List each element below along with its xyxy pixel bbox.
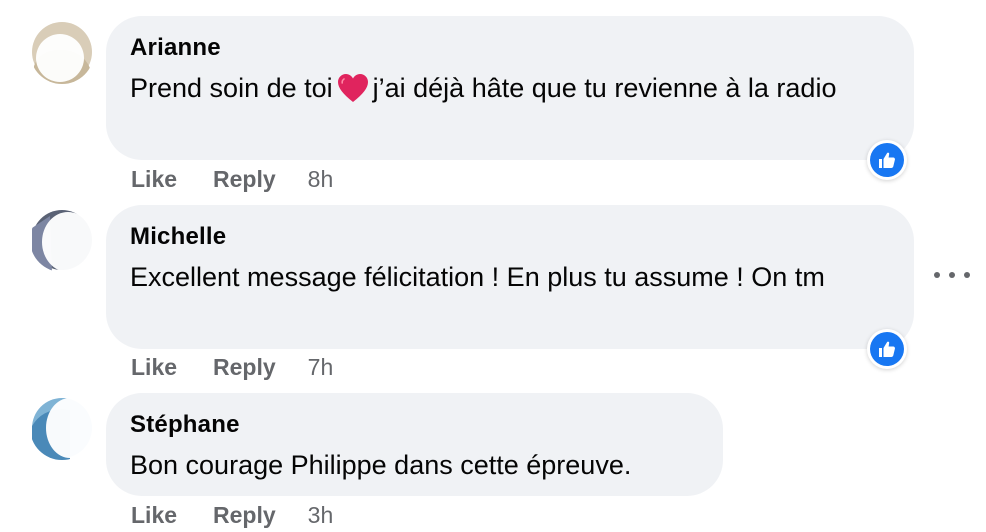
red-heart-emoji (337, 73, 369, 114)
comment-text-part: Prend soin de toi (130, 73, 333, 103)
comment-text: Prend soin de toi j’ai déjà hâte que tu r… (130, 68, 890, 114)
avatar[interactable] (30, 20, 94, 84)
more-options-icon[interactable] (934, 262, 970, 288)
comment-actions: Like Reply 8h (131, 166, 333, 193)
like-button[interactable]: Like (131, 502, 177, 529)
reply-button[interactable]: Reply (213, 166, 276, 193)
reaction-badge[interactable] (867, 140, 907, 180)
like-button[interactable]: Like (131, 166, 177, 193)
like-button[interactable]: Like (131, 354, 177, 381)
avatar[interactable] (30, 396, 94, 460)
comment-actions: Like Reply 7h (131, 354, 333, 381)
comments-list: Arianne Prend soin de toi j’ai déjà hâte … (0, 0, 986, 532)
comment-author[interactable]: Michelle (130, 223, 890, 251)
like-reaction-icon (879, 341, 895, 357)
comment-text: Bon courage Philippe dans cette épreuve. (130, 450, 632, 480)
reply-button[interactable]: Reply (213, 502, 276, 529)
comment-text: Excellent message félicitation ! En plus… (130, 262, 825, 292)
comment-bubble: Arianne Prend soin de toi j’ai déjà hâte … (106, 16, 914, 160)
comment-author[interactable]: Stéphane (130, 411, 699, 439)
comment-bubble: Michelle Excellent message félicitation … (106, 205, 914, 349)
comment-bubble: Stéphane Bon courage Philippe dans cette… (106, 393, 723, 496)
reply-button[interactable]: Reply (213, 354, 276, 381)
comment-author[interactable]: Arianne (130, 34, 890, 62)
like-reaction-icon (879, 152, 895, 168)
reaction-badge[interactable] (867, 329, 907, 369)
avatar[interactable] (30, 208, 94, 272)
comment-text-part: j’ai déjà hâte que tu revienne à la radi… (372, 73, 837, 103)
comment-actions: Like Reply 3h (131, 502, 333, 529)
timestamp[interactable]: 7h (308, 354, 334, 381)
timestamp[interactable]: 3h (308, 502, 334, 529)
timestamp[interactable]: 8h (308, 166, 334, 193)
